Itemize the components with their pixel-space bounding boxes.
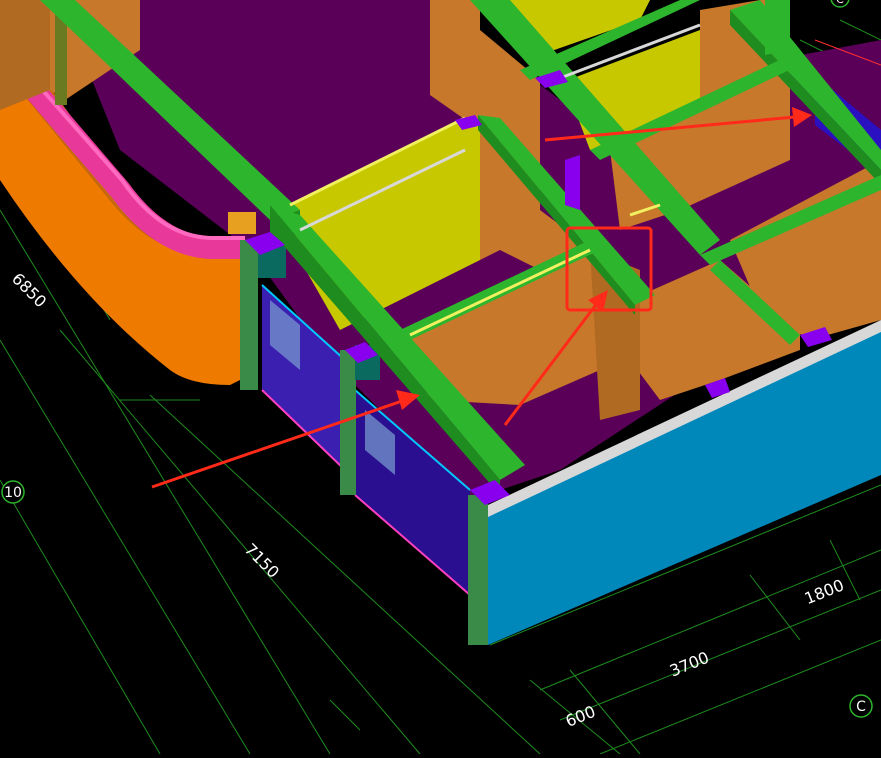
dim-left-2: 7150 — [241, 540, 283, 582]
model-canvas[interactable]: 6850 7150 600 3700 1800 10 C C — [0, 0, 881, 755]
axis-marker-bottom-right[interactable]: C — [849, 694, 873, 718]
post-corner — [468, 495, 488, 645]
post-left-1 — [240, 240, 258, 390]
dim-bottom-2: 3700 — [667, 648, 712, 681]
axis-marker-top-right[interactable]: C — [830, 0, 850, 8]
axis-marker-left-label: 10 — [4, 485, 22, 501]
axis-marker-left[interactable]: 10 — [1, 480, 25, 504]
bim-3d-viewport[interactable]: 6850 7150 600 3700 1800 10 C C — [0, 0, 881, 755]
pipe-joint — [228, 212, 256, 234]
upper-left-post — [55, 10, 67, 105]
dim-left-1: 6850 — [8, 269, 50, 311]
beam-vertical-right — [765, 0, 790, 55]
axis-marker-bottom-right-label: C — [856, 699, 866, 715]
axis-marker-top-right-label: C — [836, 0, 844, 6]
